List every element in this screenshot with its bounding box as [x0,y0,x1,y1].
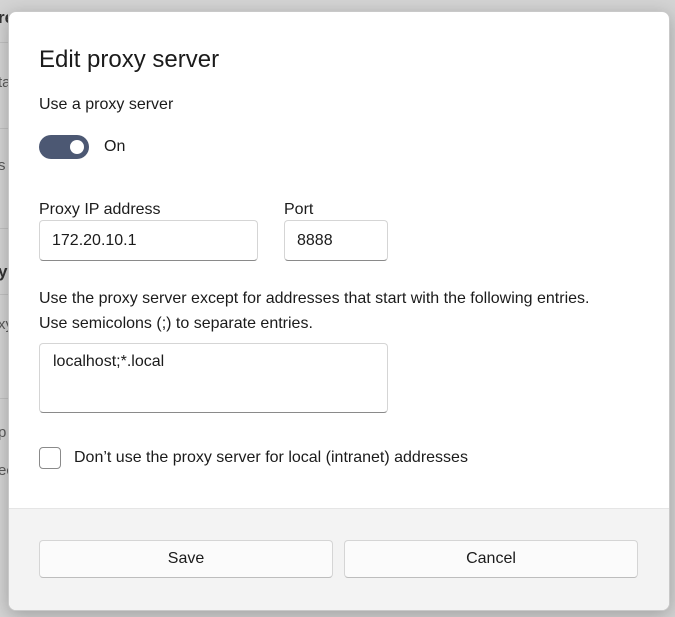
port-input[interactable] [284,220,388,261]
cancel-button[interactable]: Cancel [344,540,638,578]
local-bypass-checkbox[interactable] [39,447,61,469]
proxy-ip-label: Proxy IP address [39,201,161,218]
exceptions-description-line1: Use the proxy server except for addresse… [39,290,590,307]
background-text: ec [0,462,8,479]
toggle-state-label: On [104,138,126,155]
use-proxy-toggle[interactable] [39,135,89,159]
background-divider [0,398,8,399]
background-text: ta [0,74,8,91]
dialog-title: Edit proxy server [39,46,220,73]
save-button[interactable]: Save [39,540,333,578]
toggle-knob [70,140,84,154]
dialog-footer: Save Cancel [9,508,669,610]
background-divider [0,228,8,229]
exceptions-description-line2: Use semicolons (;) to separate entries. [39,315,313,332]
port-label: Port [284,201,314,218]
background-divider [0,294,8,295]
edit-proxy-dialog: Edit proxy server Use a proxy server On … [8,11,670,611]
proxy-ip-input[interactable] [39,220,258,261]
exceptions-input[interactable]: localhost;*.local [39,343,388,413]
background-text: s [0,157,6,174]
background-divider [0,128,8,129]
background-text: re [0,8,8,27]
background-text: y [0,262,8,281]
background-text: p [0,424,7,441]
background-text: xy [0,316,8,333]
background-divider [0,42,8,43]
local-bypass-label[interactable]: Don’t use the proxy server for local (in… [74,449,468,467]
use-proxy-label: Use a proxy server [39,96,174,113]
